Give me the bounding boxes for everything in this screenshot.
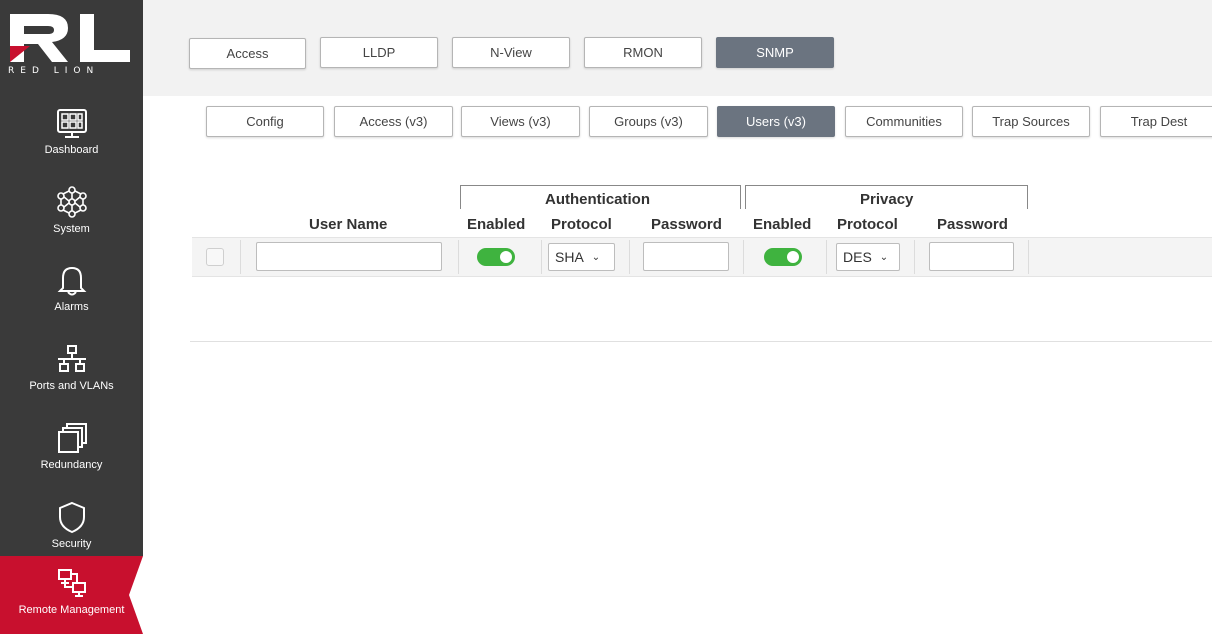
sidebar-item-label: Remote Management [18, 604, 125, 616]
tab-rmon[interactable]: RMON [584, 37, 702, 68]
chevron-down-icon: ⌄ [591, 251, 601, 263]
column-header-auth-enabled: Enabled [467, 216, 526, 233]
authentication-group-header: Authentication [545, 191, 650, 208]
column-separator [1028, 240, 1029, 274]
remote-monitors-icon [57, 569, 86, 597]
tab-n-view[interactable]: N-View [452, 37, 570, 68]
column-separator [914, 240, 915, 274]
subtab-users-v3[interactable]: Users (v3) [717, 106, 835, 137]
sidebar-item-remote-management[interactable]: Remote Management [0, 556, 143, 634]
subtab-config[interactable]: Config [206, 106, 324, 137]
subtab-trap-sources[interactable]: Trap Sources [972, 106, 1090, 137]
sidebar: RED LION Dashboard System Alarms Ports a… [0, 0, 143, 634]
auth-password-input[interactable] [643, 242, 729, 271]
column-separator [458, 240, 459, 274]
subtab-trap-dest[interactable]: Trap Dest [1100, 106, 1212, 137]
column-header-priv-protocol: Protocol [837, 216, 898, 233]
priv-enabled-toggle[interactable] [764, 248, 802, 266]
dashboard-icon [56, 109, 87, 138]
sidebar-item-redundancy[interactable]: Redundancy [0, 411, 143, 489]
sidebar-item-alarms[interactable]: Alarms [0, 253, 143, 331]
shield-icon [58, 501, 85, 534]
sidebar-item-label: Redundancy [40, 459, 103, 471]
group-border [740, 185, 741, 209]
subtab-groups-v3[interactable]: Groups (v3) [589, 106, 708, 137]
sidebar-item-label: System [53, 223, 90, 235]
column-separator [240, 240, 241, 274]
column-separator [743, 240, 744, 274]
tab-snmp[interactable]: SNMP [716, 37, 834, 68]
bell-icon [57, 266, 86, 296]
privacy-group-header: Privacy [860, 191, 914, 208]
active-indicator [129, 556, 143, 634]
port-tree-icon [57, 345, 86, 372]
priv-protocol-select[interactable]: DES ⌄ [836, 243, 900, 271]
subtab-access-v3[interactable]: Access (v3) [334, 106, 453, 137]
auth-protocol-value: SHA [555, 249, 584, 265]
group-border [1027, 185, 1028, 209]
tab-access[interactable]: Access [189, 38, 306, 69]
column-separator [629, 240, 630, 274]
sidebar-item-system[interactable]: System [0, 175, 143, 253]
network-nodes-icon [56, 186, 87, 218]
privacy-group-line [745, 185, 1028, 186]
red-lion-logo: RED LION [0, 0, 143, 92]
column-header-auth-password: Password [651, 216, 722, 233]
column-separator [826, 240, 827, 274]
subtab-views-v3[interactable]: Views (v3) [461, 106, 580, 137]
brand-name: RED LION [8, 66, 100, 76]
group-border [745, 185, 746, 209]
rl-logo-icon [10, 14, 130, 62]
column-header-priv-password: Password [937, 216, 1008, 233]
sidebar-item-ports-and-vlans[interactable]: Ports and VLANs [0, 332, 143, 410]
priv-protocol-value: DES [843, 249, 872, 265]
chevron-down-icon: ⌄ [879, 251, 889, 263]
table-bottom-divider [190, 341, 1212, 342]
sidebar-item-label: Alarms [54, 301, 89, 313]
authentication-group-line [460, 185, 741, 186]
column-header-priv-enabled: Enabled [753, 216, 812, 233]
priv-password-input[interactable] [929, 242, 1014, 271]
sidebar-item-label: Dashboard [44, 144, 99, 156]
user-name-input[interactable] [256, 242, 442, 271]
auth-enabled-toggle[interactable] [477, 248, 515, 266]
tab-lldp[interactable]: LLDP [320, 37, 438, 68]
auth-protocol-select[interactable]: SHA ⌄ [548, 243, 615, 271]
column-header-auth-protocol: Protocol [551, 216, 612, 233]
column-separator [541, 240, 542, 274]
group-border [460, 185, 461, 209]
subtab-communities[interactable]: Communities [845, 106, 963, 137]
row-select-checkbox[interactable] [206, 248, 224, 266]
sidebar-item-label: Security [51, 538, 92, 550]
stacked-windows-icon [57, 423, 87, 453]
sidebar-item-label: Ports and VLANs [29, 380, 114, 392]
column-header-user-name: User Name [309, 216, 388, 233]
sidebar-item-dashboard[interactable]: Dashboard [0, 96, 143, 174]
